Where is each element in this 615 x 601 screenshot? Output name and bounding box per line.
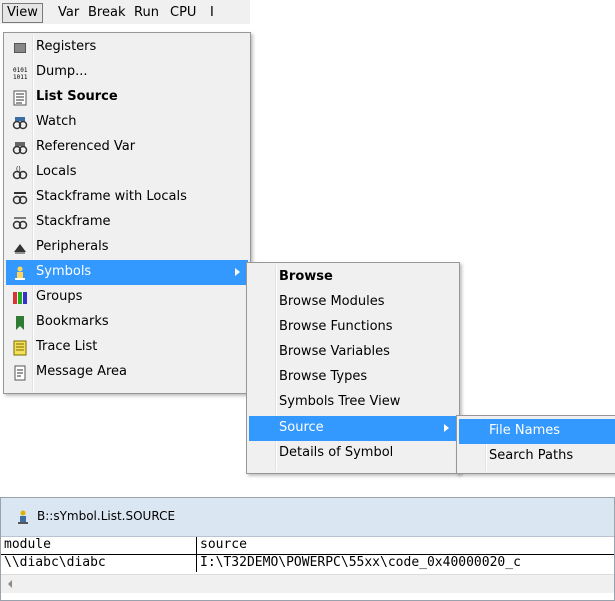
menu-item-label: Browse Functions (279, 319, 393, 334)
svg-text:1011: 1011 (13, 74, 28, 81)
menu-item-label: Stackframe (36, 214, 111, 229)
menu-item-watch[interactable]: Watch (6, 110, 248, 135)
menu-item-label: Peripherals (36, 239, 109, 254)
watch-icon (12, 117, 28, 130)
dump-icon: 01011011 (13, 67, 28, 81)
menu-item-stackframe-with-locals[interactable]: Stackframe with Locals (6, 185, 248, 210)
menu-item-locals[interactable]: () Locals (6, 160, 248, 185)
menu-item-bookmarks[interactable]: Bookmarks (6, 310, 248, 335)
symbols-icon (18, 510, 28, 524)
table-header: module source (1, 537, 614, 555)
menu-var[interactable]: Var (54, 4, 83, 22)
menu-item-registers[interactable]: Registers (6, 35, 248, 60)
scroll-left-arrow-icon[interactable] (8, 580, 12, 588)
menu-item-dump[interactable]: 0101 1011 Dump... (6, 60, 248, 85)
menu-item-peripherals[interactable]: Peripherals (6, 235, 248, 260)
menu-item-label: File Names (489, 423, 561, 438)
menu-item-label: Details of Symbol (279, 445, 394, 460)
menu-item-browse[interactable]: Browse (249, 265, 457, 290)
menu-item-label: Symbols (36, 264, 92, 279)
list-source-icon (13, 90, 27, 106)
menu-break[interactable]: Break (84, 4, 129, 22)
trace-list-icon (13, 340, 27, 356)
menu-item-label: Browse Types (279, 369, 368, 384)
stackframe-icon (12, 217, 28, 230)
menu-item-details-of-symbol[interactable]: Details of Symbol (249, 441, 457, 466)
menu-item-trace-list[interactable]: Trace List (6, 335, 248, 360)
menu-item-file-names[interactable]: File Names (459, 419, 615, 444)
svg-text:(): () (16, 166, 21, 173)
groups-icon (13, 292, 27, 304)
menu-item-label: Referenced Var (36, 139, 136, 154)
menu-item-symbols[interactable]: Symbols (6, 260, 248, 285)
window-title: B::sYmbol.List.SOURCE (37, 509, 176, 523)
peripherals-icon (14, 244, 26, 254)
submenu-arrow-icon (444, 424, 449, 432)
table-row[interactable]: \\diabc\diabc I:\T32DEMO\POWERPC\55xx\co… (1, 555, 614, 572)
menu-item-message-area[interactable]: Message Area (6, 360, 248, 385)
cell-source: I:\T32DEMO\POWERPC\55xx\code_0x40000020_… (200, 555, 521, 570)
stackframe-locals-icon (12, 192, 28, 205)
bookmarks-icon (16, 316, 24, 330)
menu-item-list-source[interactable]: List Source (6, 85, 248, 110)
menu-item-label: Browse Modules (279, 294, 385, 309)
menu-item-label: List Source (36, 89, 118, 104)
menu-item-browse-variables[interactable]: Browse Variables (249, 340, 457, 365)
menu-item-label: Watch (36, 114, 77, 129)
message-area-icon (14, 365, 26, 381)
cell-module: \\diabc\diabc (1, 555, 197, 572)
view-menu: Registers 0101 1011 Dump... List Source W… (3, 32, 251, 394)
symbol-list-window: B::sYmbol.List.SOURCE module source \\di… (0, 497, 615, 601)
menu-item-label: Search Paths (489, 448, 574, 463)
symbols-submenu: Browse Browse Modules Browse Functions B… (246, 262, 460, 474)
registers-icon (14, 43, 26, 53)
menu-item-label: Groups (36, 289, 83, 304)
menu-item-label: Browse (279, 269, 333, 284)
menu-item-label: Locals (36, 164, 77, 179)
referenced-var-icon (12, 142, 28, 155)
menu-item-label: Stackframe with Locals (36, 189, 187, 204)
symbols-icon (15, 266, 25, 280)
menu-item-symbols-tree-view[interactable]: Symbols Tree View (249, 390, 457, 415)
submenu-arrow-icon (235, 268, 240, 276)
menu-item-label: Message Area (36, 364, 128, 379)
menu-item-label: Symbols Tree View (279, 394, 401, 409)
menu-item-stackframe[interactable]: Stackframe (6, 210, 248, 235)
menu-item-referenced-var[interactable]: Referenced Var (6, 135, 248, 160)
window-titlebar[interactable]: B::sYmbol.List.SOURCE (1, 498, 614, 537)
menu-item-label: Browse Variables (279, 344, 390, 359)
menu-item-browse-types[interactable]: Browse Types (249, 365, 457, 390)
menu-item-label: Registers (36, 39, 97, 54)
menu-more[interactable]: I (206, 4, 218, 22)
menu-view[interactable]: View (2, 3, 43, 23)
menu-item-search-paths[interactable]: Search Paths (459, 444, 615, 469)
svg-text:0101: 0101 (13, 67, 28, 74)
menu-cpu[interactable]: CPU (166, 4, 200, 22)
menu-item-source[interactable]: Source (249, 416, 457, 441)
column-header-source[interactable]: source (197, 537, 615, 554)
menu-item-label: Dump... (36, 64, 88, 79)
column-header-module[interactable]: module (1, 537, 197, 554)
menu-item-label: Source (279, 420, 324, 435)
horizontal-scrollbar[interactable] (1, 574, 614, 593)
menubar: View Var Break Run CPU I (0, 0, 250, 24)
menu-item-groups[interactable]: Groups (6, 285, 248, 310)
menu-item-browse-modules[interactable]: Browse Modules (249, 290, 457, 315)
menu-item-browse-functions[interactable]: Browse Functions (249, 315, 457, 340)
menu-item-label: Trace List (36, 339, 98, 354)
menu-item-label: Bookmarks (36, 314, 109, 329)
menu-run[interactable]: Run (130, 4, 163, 22)
locals-icon: () (12, 166, 28, 180)
source-submenu: File Names Search Paths (456, 415, 615, 474)
